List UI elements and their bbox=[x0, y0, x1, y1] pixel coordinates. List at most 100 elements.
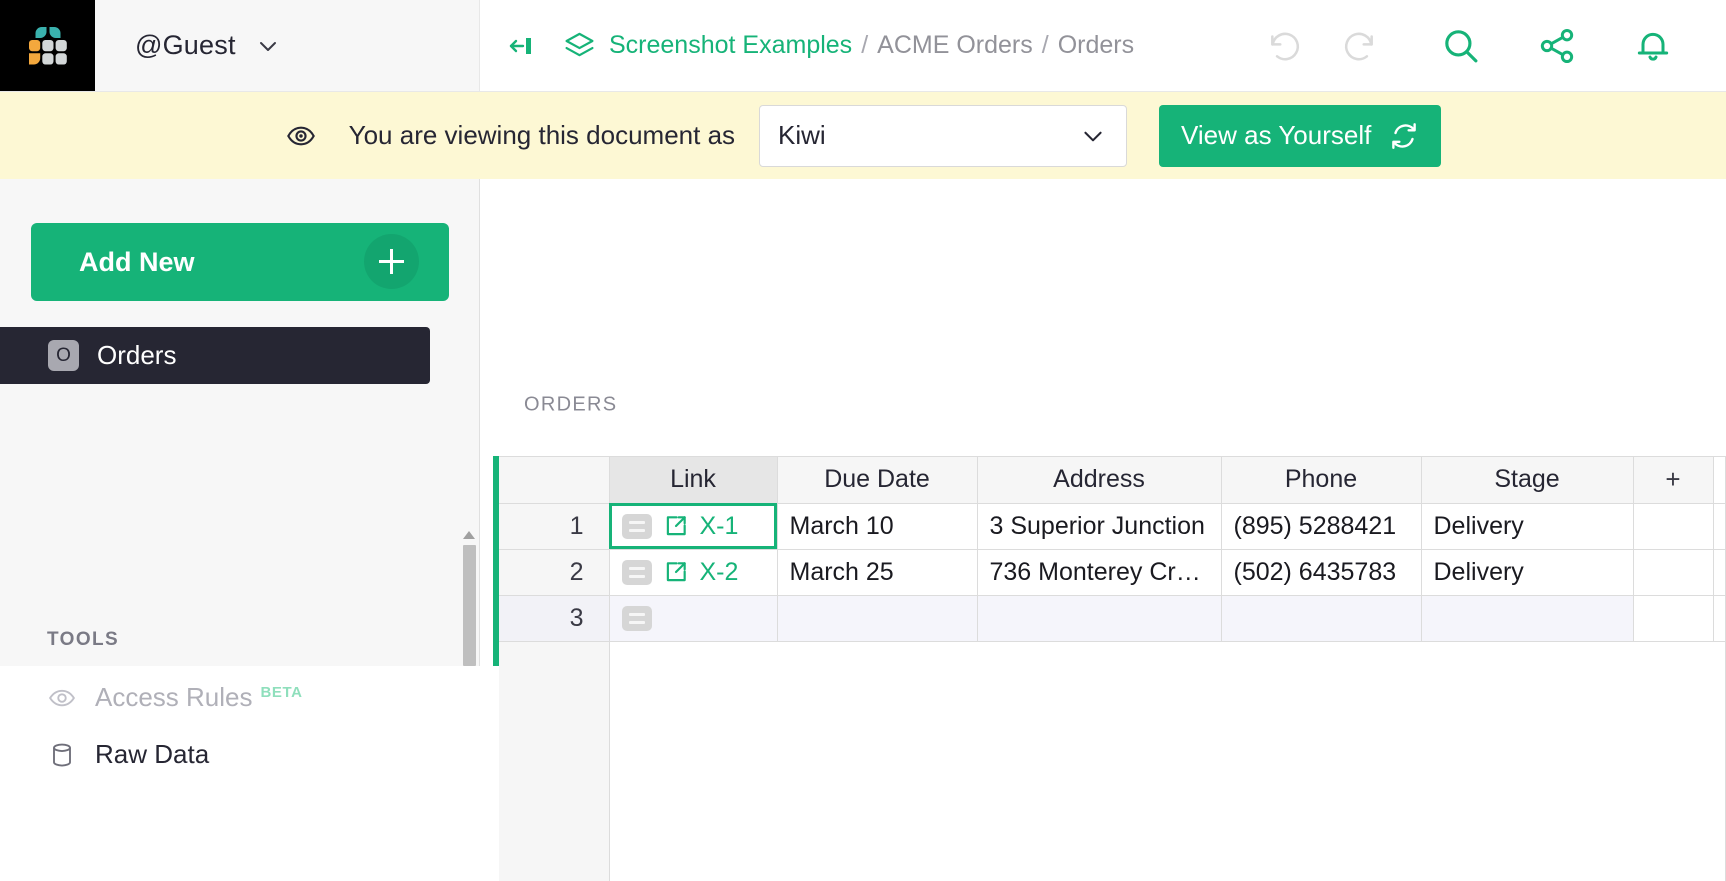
add-new-label: Add New bbox=[79, 247, 195, 278]
grist-logo-icon bbox=[25, 23, 71, 69]
page-badge-icon: O bbox=[48, 340, 79, 371]
header-filler bbox=[1713, 457, 1726, 503]
cell-phone[interactable] bbox=[1221, 595, 1421, 641]
layers-icon bbox=[564, 30, 595, 61]
grid-empty-area bbox=[609, 641, 1726, 881]
cell-stage[interactable] bbox=[1421, 595, 1633, 641]
main-content: ORDERS bbox=[480, 179, 1726, 666]
record-card-icon[interactable] bbox=[622, 606, 652, 631]
notifications-bell-icon bbox=[1633, 26, 1673, 66]
orders-table: Link Due Date Address Phone Stage + bbox=[499, 457, 1726, 881]
row-number-header bbox=[499, 457, 609, 503]
record-card-icon[interactable] bbox=[622, 514, 652, 539]
breadcrumb-separator: / bbox=[861, 31, 868, 60]
row-filler bbox=[1713, 549, 1726, 595]
cell-link[interactable]: X-1 bbox=[609, 503, 777, 549]
caret-up-icon[interactable] bbox=[461, 527, 477, 543]
data-grid: Link Due Date Address Phone Stage + bbox=[499, 456, 1726, 666]
cell-link-text: X-1 bbox=[700, 512, 739, 541]
column-header-address[interactable]: Address bbox=[977, 457, 1221, 503]
app-logo[interactable] bbox=[0, 0, 95, 91]
record-card-icon[interactable] bbox=[622, 560, 652, 585]
breadcrumb: Screenshot Examples / ACME Orders / Orde… bbox=[480, 0, 1248, 91]
row-filler bbox=[1713, 595, 1726, 641]
cell-link-text: X-2 bbox=[700, 558, 739, 587]
undo-button[interactable] bbox=[1248, 9, 1322, 83]
chevron-down-icon bbox=[1080, 123, 1106, 149]
sidebar-item-access-rules[interactable]: Access Rules BETA bbox=[47, 682, 303, 713]
row-number-filler bbox=[499, 641, 609, 881]
cell-phone[interactable]: (502) 6435783 bbox=[1221, 549, 1421, 595]
undo-icon bbox=[1266, 27, 1304, 65]
scrollbar-thumb[interactable] bbox=[463, 545, 476, 666]
view-as-yourself-label: View as Yourself bbox=[1181, 120, 1371, 151]
table-row: 3 bbox=[499, 595, 1726, 641]
row-number[interactable]: 3 bbox=[499, 595, 609, 641]
eye-icon bbox=[47, 683, 77, 713]
table-empty-space bbox=[499, 641, 1726, 881]
external-link-icon[interactable] bbox=[663, 559, 689, 585]
breadcrumb-separator: / bbox=[1042, 31, 1049, 60]
beta-badge: BETA bbox=[261, 684, 303, 701]
search-icon bbox=[1440, 25, 1482, 67]
redo-button[interactable] bbox=[1322, 9, 1396, 83]
row-number[interactable]: 1 bbox=[499, 503, 609, 549]
add-column-button[interactable]: + bbox=[1633, 457, 1713, 503]
cell-phone[interactable]: (895) 5288421 bbox=[1221, 503, 1421, 549]
eye-icon bbox=[285, 120, 317, 152]
view-as-banner: You are viewing this document as Kiwi Vi… bbox=[0, 92, 1726, 179]
table-header-row: Link Due Date Address Phone Stage + bbox=[499, 457, 1726, 503]
chevron-down-icon bbox=[256, 34, 280, 58]
breadcrumb-item-page[interactable]: ACME Orders bbox=[877, 33, 1033, 58]
view-as-message: You are viewing this document as bbox=[349, 120, 735, 151]
search-button[interactable] bbox=[1424, 9, 1498, 83]
cell-link[interactable]: X-2 bbox=[609, 549, 777, 595]
breadcrumb-item-table[interactable]: Orders bbox=[1058, 33, 1134, 58]
add-new-button[interactable]: Add New bbox=[31, 223, 449, 301]
column-header-stage[interactable]: Stage bbox=[1421, 457, 1633, 503]
cell-due-date[interactable] bbox=[777, 595, 977, 641]
sidebar-item-raw-data[interactable]: Raw Data bbox=[47, 739, 209, 770]
cell-stage[interactable]: Delivery bbox=[1421, 503, 1633, 549]
breadcrumb-item-doc[interactable]: Screenshot Examples bbox=[609, 33, 852, 58]
cell-due-date[interactable]: March 10 bbox=[777, 503, 977, 549]
sidebar-item-label: Raw Data bbox=[95, 739, 209, 770]
redo-icon bbox=[1340, 27, 1378, 65]
share-button[interactable] bbox=[1520, 9, 1594, 83]
sidebar-item-label: Orders bbox=[97, 340, 176, 371]
app-body: Add New O Orders TOOLS Access Rules bbox=[0, 179, 1726, 666]
view-as-user-value: Kiwi bbox=[778, 120, 826, 151]
cell-address[interactable]: 736 Monterey Cr… bbox=[977, 549, 1221, 595]
plus-icon[interactable] bbox=[364, 234, 419, 289]
cell-link[interactable] bbox=[609, 595, 777, 641]
top-bar: @Guest Screenshot Examples / bbox=[0, 0, 1726, 92]
column-header-due-date[interactable]: Due Date bbox=[777, 457, 977, 503]
row-filler bbox=[1633, 549, 1713, 595]
user-menu[interactable]: @Guest bbox=[95, 0, 480, 91]
sidebar-item-orders[interactable]: O Orders bbox=[0, 327, 430, 384]
notifications-button[interactable] bbox=[1616, 9, 1690, 83]
database-icon bbox=[47, 740, 77, 770]
external-link-icon[interactable] bbox=[663, 513, 689, 539]
column-header-phone[interactable]: Phone bbox=[1221, 457, 1421, 503]
sidebar-scrollbar[interactable] bbox=[461, 527, 477, 666]
cell-address[interactable]: 3 Superior Junction bbox=[977, 503, 1221, 549]
section-title: ORDERS bbox=[524, 394, 617, 417]
cell-stage[interactable]: Delivery bbox=[1421, 549, 1633, 595]
table-row: 1 bbox=[499, 503, 1726, 549]
cell-due-date[interactable]: March 25 bbox=[777, 549, 977, 595]
user-name-label: @Guest bbox=[135, 30, 236, 61]
view-as-user-select[interactable]: Kiwi bbox=[759, 105, 1127, 167]
column-header-link[interactable]: Link bbox=[609, 457, 777, 503]
left-panel: Add New O Orders TOOLS Access Rules bbox=[0, 179, 480, 666]
view-as-yourself-button[interactable]: View as Yourself bbox=[1159, 105, 1441, 167]
refresh-icon bbox=[1389, 121, 1419, 151]
share-icon bbox=[1537, 26, 1577, 66]
sidebar-item-label: Access Rules bbox=[95, 682, 253, 713]
table-row: 2 bbox=[499, 549, 1726, 595]
collapse-panel-icon[interactable] bbox=[506, 31, 536, 61]
row-filler bbox=[1713, 503, 1726, 549]
cell-address[interactable] bbox=[977, 595, 1221, 641]
tools-heading: TOOLS bbox=[47, 629, 119, 651]
row-number[interactable]: 2 bbox=[499, 549, 609, 595]
